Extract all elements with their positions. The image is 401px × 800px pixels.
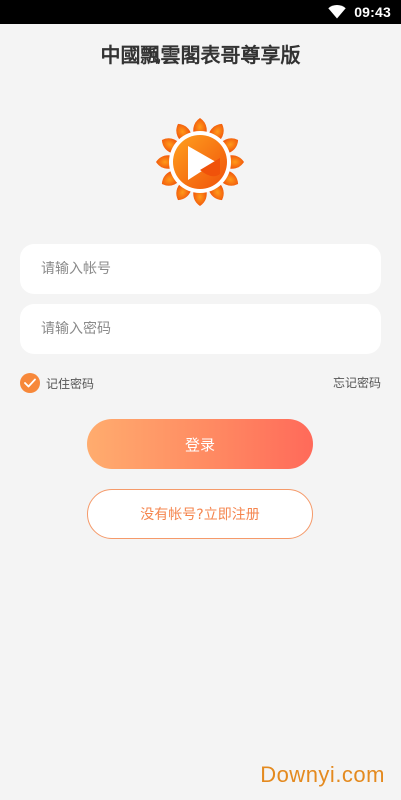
register-button[interactable]: 没有帐号?立即注册 [87,489,313,539]
page-title: 中國飄雲閣表哥尊享版 [100,43,301,67]
remember-password-label: 记住密码 [46,376,95,391]
password-input[interactable] [41,321,361,337]
status-icons: 09:43 [328,0,391,24]
sunflower-play-logo-icon [150,112,250,212]
account-field[interactable] [20,244,381,294]
watermark-logo: Downyi.com [260,762,385,787]
wifi-icon [328,5,346,19]
checkmark-icon[interactable] [20,373,40,393]
status-time: 09:43 [354,4,391,20]
status-bar: 09:43 [0,0,401,24]
account-input[interactable] [41,261,361,277]
remember-password-checkbox[interactable]: 记住密码 [20,373,94,393]
forgot-password-link[interactable]: 忘记密码 [333,373,381,393]
login-button[interactable]: 登录 [87,419,313,469]
password-field[interactable] [20,304,381,354]
